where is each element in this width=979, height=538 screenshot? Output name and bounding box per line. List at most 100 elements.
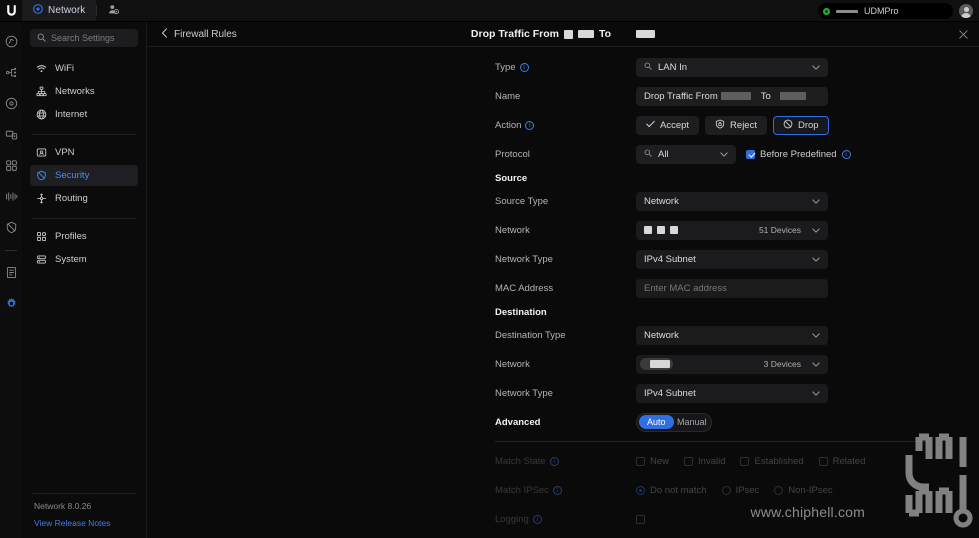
tab-network-label: Network xyxy=(48,5,86,16)
before-predefined-checkbox[interactable]: Before Predefined i xyxy=(746,149,851,160)
tab-admin-users[interactable] xyxy=(97,0,130,21)
match-ipsec-non-ipsec-label: Non-IPsec xyxy=(788,484,833,496)
title-redaction-1 xyxy=(564,29,574,39)
row-destination-type: Destination Type Network xyxy=(147,325,979,345)
unifi-devices-icon[interactable] xyxy=(1,93,21,113)
reject-shield-icon xyxy=(715,119,725,132)
sidebar-item-profiles[interactable]: Profiles xyxy=(30,226,138,247)
destination-network-type-label: Network Type xyxy=(495,387,553,399)
match-state-invalid-label: Invalid xyxy=(698,455,726,467)
name-value-middle: To xyxy=(760,90,771,102)
settings-gear-icon[interactable] xyxy=(1,293,21,313)
advanced-divider xyxy=(495,441,927,442)
action-reject-button[interactable]: Reject xyxy=(705,115,767,135)
match-ipsec-non-ipsec: Non-IPsec xyxy=(774,484,833,496)
admin-users-icon xyxy=(108,4,120,18)
sidebar-item-wifi[interactable]: WiFi xyxy=(30,58,138,79)
action-accept-label: Accept xyxy=(660,119,690,131)
wifi-icon xyxy=(36,63,47,74)
type-label-wrap: Type i xyxy=(495,62,636,73)
advanced-auto-option[interactable]: Auto xyxy=(638,415,674,429)
applications-grid-icon[interactable] xyxy=(1,155,21,175)
source-type-value: Network xyxy=(644,195,679,207)
source-network-type-control: IPv4 Subnet xyxy=(636,249,828,269)
checkbox-box xyxy=(684,456,694,466)
tab-network[interactable]: Network xyxy=(22,0,97,21)
source-network-device-count: 51 Devices xyxy=(758,225,801,235)
source-network-type-label: Network Type xyxy=(495,253,553,265)
sidebar-item-routing[interactable]: Routing xyxy=(30,188,138,209)
row-action: Action i Accept Reject Drop xyxy=(147,115,979,135)
destination-network-label: Network xyxy=(495,358,530,370)
mac-address-input[interactable]: Enter MAC address xyxy=(636,278,828,298)
destination-network-type-select[interactable]: IPv4 Subnet xyxy=(636,383,828,403)
row-mac-address: MAC Address Enter MAC address xyxy=(147,278,979,298)
match-ipsec-options: Do not match IPsec Non-IPsec xyxy=(636,485,833,496)
action-drop-button[interactable]: Drop xyxy=(772,115,829,135)
chevron-down-icon xyxy=(812,64,820,70)
destination-network-select[interactable]: 3 Devices xyxy=(636,354,828,374)
action-accept-button[interactable]: Accept xyxy=(636,115,700,135)
ubiquiti-u-logo-icon[interactable] xyxy=(0,0,22,21)
status-dot-online-icon xyxy=(823,7,830,15)
advanced-toggle: Auto Manual xyxy=(636,412,712,432)
search-icon xyxy=(644,149,652,160)
title-redaction-3 xyxy=(636,30,656,38)
match-state-new: New xyxy=(636,456,669,467)
info-icon[interactable]: i xyxy=(519,62,529,72)
checkbox-box xyxy=(746,149,755,159)
sidebar-item-networks[interactable]: Networks xyxy=(30,81,138,102)
sidebar-item-security[interactable]: Security xyxy=(30,165,138,186)
advanced-control: Auto Manual xyxy=(636,412,712,432)
release-notes-link[interactable]: View Release Notes xyxy=(30,518,138,538)
sidebar-item-label: System xyxy=(55,254,87,265)
title-redaction-2 xyxy=(578,30,595,38)
device-selector[interactable]: UDMPro xyxy=(818,3,953,19)
source-type-select[interactable]: Network xyxy=(636,191,828,211)
mac-address-placeholder: Enter MAC address xyxy=(644,282,727,294)
user-avatar-icon[interactable] xyxy=(959,4,973,18)
close-icon[interactable] xyxy=(955,26,971,42)
type-select[interactable]: LAN In xyxy=(636,57,828,77)
back-label: Firewall Rules xyxy=(174,28,237,40)
globe-icon xyxy=(36,109,47,120)
dashboard-icon[interactable] xyxy=(1,31,21,51)
sidebar-item-label: Networks xyxy=(55,86,95,97)
sidebar-item-internet[interactable]: Internet xyxy=(30,104,138,125)
info-icon[interactable]: i xyxy=(525,120,535,130)
protocol-select[interactable]: All xyxy=(636,144,736,164)
source-network-type-select[interactable]: IPv4 Subnet xyxy=(636,249,828,269)
match-state-invalid: Invalid xyxy=(684,456,725,467)
main-panel: Firewall Rules Drop Traffic From To Type… xyxy=(147,22,979,538)
sidebar-item-vpn[interactable]: VPN xyxy=(30,142,138,163)
name-input[interactable]: Drop Traffic From To xyxy=(636,86,828,106)
type-label: Type xyxy=(495,61,516,73)
match-ipsec-ipsec-label: IPsec xyxy=(735,484,760,496)
sidebar-item-label: WiFi xyxy=(55,63,74,74)
insights-wave-icon[interactable] xyxy=(1,186,21,206)
advanced-label: Advanced xyxy=(495,416,541,428)
sidebar-item-label: Routing xyxy=(55,193,88,204)
row-advanced: Advanced Auto Manual xyxy=(147,412,979,432)
destination-type-label-wrap: Destination Type xyxy=(495,330,636,341)
client-devices-icon[interactable] xyxy=(1,124,21,144)
top-tabs: Network xyxy=(22,0,130,21)
info-icon[interactable]: i xyxy=(841,149,851,159)
action-drop-label: Drop xyxy=(797,119,819,131)
sidebar-item-system[interactable]: System xyxy=(30,249,138,270)
check-icon xyxy=(646,120,655,131)
advanced-manual-option[interactable]: Manual xyxy=(674,415,710,429)
row-match-state: Match State i New Invalid Established Re… xyxy=(147,451,979,471)
radio-button xyxy=(636,485,645,495)
search-settings-box[interactable] xyxy=(30,29,138,47)
vpn-icon xyxy=(36,147,47,158)
search-settings-input[interactable] xyxy=(51,33,131,43)
destination-type-select[interactable]: Network xyxy=(636,325,828,345)
info-icon: i xyxy=(552,485,562,495)
network-chip-redaction-1 xyxy=(644,226,652,234)
logs-icon[interactable] xyxy=(1,262,21,282)
back-to-firewall-rules[interactable]: Firewall Rules xyxy=(155,27,237,41)
source-network-select[interactable]: 51 Devices xyxy=(636,220,828,240)
topology-icon[interactable] xyxy=(1,62,21,82)
security-shield-icon[interactable] xyxy=(1,217,21,237)
